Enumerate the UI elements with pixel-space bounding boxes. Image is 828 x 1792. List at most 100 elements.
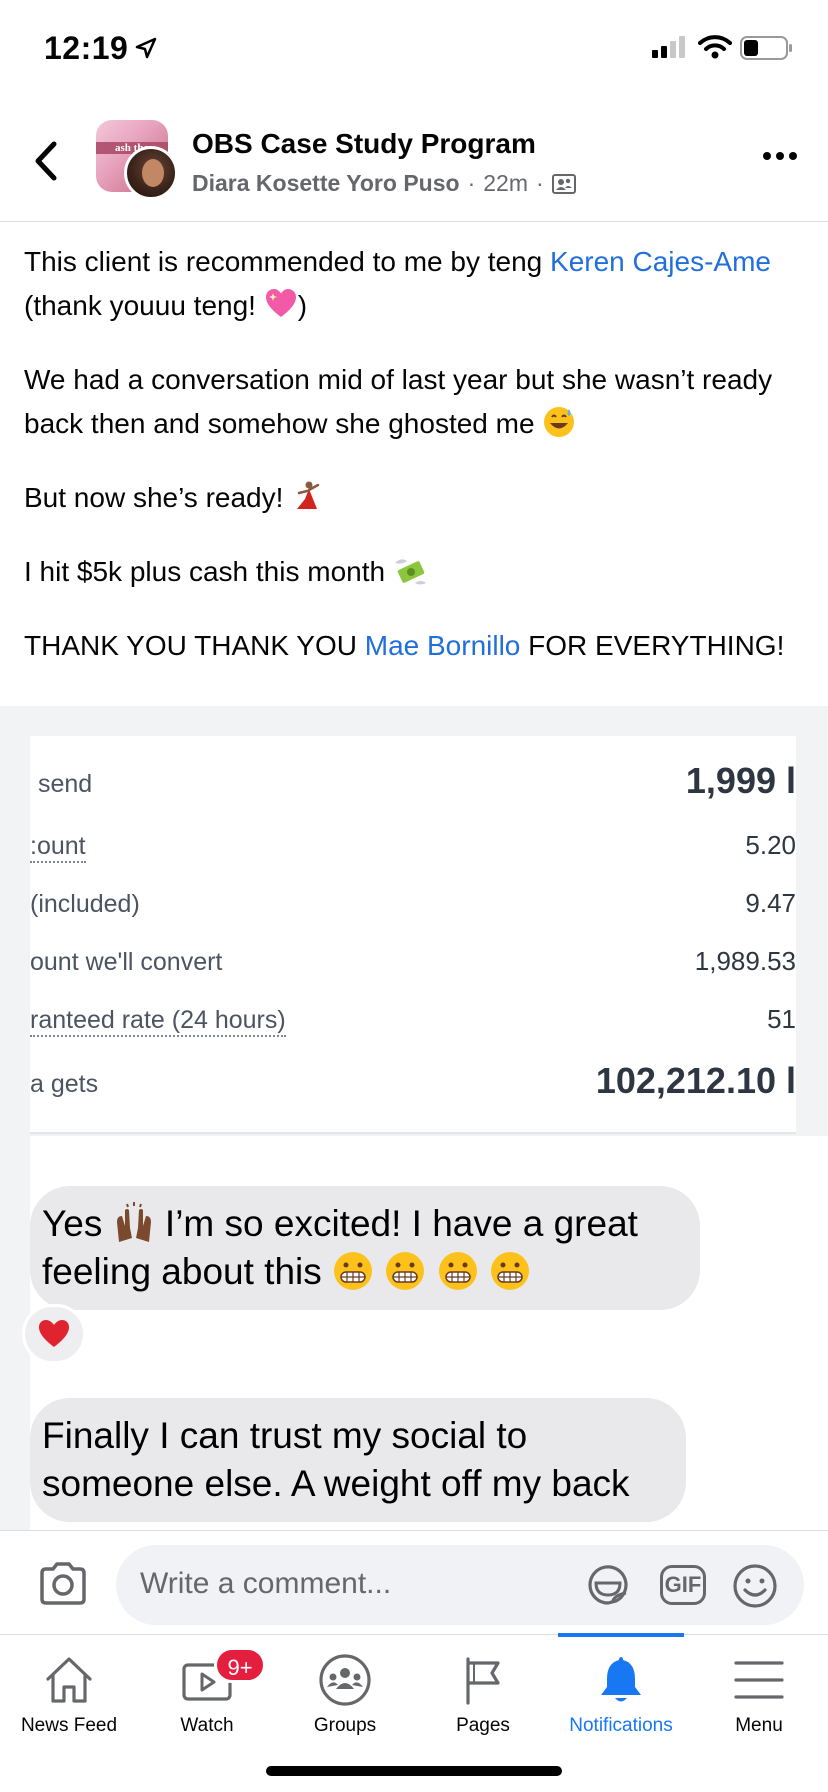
grimacing-face-icon (334, 1252, 373, 1290)
post-text-5b: FOR EVERYTHING! (520, 630, 785, 661)
flag-icon (466, 1657, 500, 1705)
chevron-left-icon[interactable] (30, 140, 66, 182)
home-indicator[interactable] (266, 1766, 562, 1776)
post-text-3: But now she’s ready! (24, 482, 292, 513)
raising-hands-icon (116, 1202, 151, 1242)
notification-badge: 9+ (214, 1647, 266, 1683)
post-text-5a: THANK YOU THANK YOU (24, 630, 365, 661)
status-bar: 12:19 (0, 0, 828, 100)
comment-bar: Write a comment... GIF (0, 1530, 828, 1634)
post-author[interactable]: Diara Kosette Yoro Puso (192, 170, 460, 197)
message-1-text-a: Yes (42, 1203, 113, 1244)
receipt-row: a gets 102,212.10 l (30, 1060, 796, 1102)
tab-label: Notifications (569, 1715, 673, 1736)
post-meta: Diara Kosette Yoro Puso · 22m · (192, 170, 576, 197)
more-dots-icon[interactable] (762, 148, 798, 164)
dancer-icon (297, 481, 320, 509)
receipt-label: (included) (30, 890, 140, 918)
post-time[interactable]: 22m (483, 170, 528, 197)
heart-reaction (22, 1304, 86, 1364)
receipt-label: :ount (30, 832, 86, 863)
post-paragraph-1: This client is recommended to me by teng… (24, 240, 814, 328)
heart-icon (39, 1320, 69, 1347)
post-text-4: I hit $5k plus cash this month (24, 556, 393, 587)
active-tab-indicator (558, 1633, 684, 1637)
battery-icon (740, 36, 792, 60)
tab-label: Watch (180, 1715, 234, 1736)
receipt-row: (included) 9.47 (30, 884, 796, 924)
post-paragraph-3: But now she’s ready! (24, 476, 814, 520)
sparkling-heart-icon (265, 289, 296, 317)
tab-news-feed[interactable]: News Feed (0, 1635, 138, 1755)
grimacing-face-icon (438, 1252, 477, 1290)
smiley-icon[interactable] (732, 1563, 778, 1609)
sticker-icon[interactable] (586, 1563, 630, 1607)
gif-icon[interactable]: GIF (660, 1565, 706, 1605)
wifi-icon (698, 35, 732, 59)
receipt-label: ranteed rate (24 hours) (30, 1006, 286, 1037)
message-2-text-b: someone else. A weight off my back (42, 1463, 630, 1504)
receipt-row: ranteed rate (24 hours) 51 (30, 1000, 796, 1040)
receipt-value: 51 (767, 1004, 796, 1034)
tab-label: News Feed (20, 1715, 118, 1736)
cellular-signal-icon (652, 36, 685, 58)
mention-link-1[interactable]: Keren Cajes-Ame (550, 246, 771, 277)
transfer-receipt: send 1,999 l :ount 5.20 (included) 9.47 … (30, 736, 796, 1134)
tab-pages[interactable]: Pages (414, 1635, 552, 1755)
group-title[interactable]: OBS Case Study Program (192, 128, 536, 160)
receipt-label: ount we'll convert (30, 948, 223, 976)
tab-label: Pages (456, 1715, 510, 1736)
group-members-icon (551, 173, 576, 194)
post-text: This client is recommended to me by teng… (24, 240, 814, 698)
chat-screenshot: Yes I’m so excited! I have a great feeli… (22, 1136, 828, 1530)
grimacing-face-icon (490, 1252, 529, 1290)
post-image[interactable]: send 1,999 l :ount 5.20 (included) 9.47 … (0, 706, 828, 1530)
message-2-text-a: Finally I can trust my social to (42, 1415, 528, 1456)
camera-icon[interactable] (38, 1561, 88, 1605)
grimacing-face-icon (386, 1252, 425, 1290)
hamburger-menu-icon (734, 1661, 784, 1699)
post-paragraph-2: We had a conversation mid of last year b… (24, 358, 814, 446)
receipt-label: send (38, 770, 93, 798)
receipt-label: a gets (30, 1070, 99, 1098)
avatar-face (142, 159, 164, 187)
message-1-text-c: feeling about this (42, 1251, 333, 1292)
groups-icon (319, 1654, 371, 1706)
receipt-row: send 1,999 l (30, 760, 796, 804)
home-icon (46, 1657, 92, 1703)
post-paragraph-4: I hit $5k plus cash this month (24, 550, 814, 594)
comment-input[interactable]: Write a comment... GIF (116, 1545, 804, 1625)
location-arrow-icon (135, 37, 157, 59)
receipt-value: 5.20 (745, 830, 796, 860)
message-1-text-b: I’m so excited! I have a great (154, 1203, 638, 1244)
post-text-1c: ) (297, 290, 308, 321)
receipt-value: 1,989.53 (694, 946, 796, 976)
receipt-value: 1,999 l (685, 760, 796, 801)
grinning-sweat-icon (544, 407, 575, 437)
post-text-2: We had a conversation mid of last year b… (24, 364, 773, 439)
gif-label: GIF (664, 1572, 702, 1597)
meta-separator: · (467, 170, 476, 196)
money-with-wings-icon (394, 559, 426, 585)
message-bubble-2: Finally I can trust my social to someone… (30, 1398, 686, 1522)
post-header: ash tho OBS Case Study Program Diara Kos… (0, 100, 828, 222)
tab-label: Groups (313, 1715, 377, 1736)
receipt-value: 9.47 (745, 888, 796, 918)
receipt-row: ount we'll convert 1,989.53 (30, 942, 796, 982)
receipt-row: :ount 5.20 (30, 826, 796, 866)
tab-menu[interactable]: Menu (690, 1635, 828, 1755)
message-bubble-1: Yes I’m so excited! I have a great feeli… (30, 1186, 700, 1310)
post-paragraph-5: THANK YOU THANK YOU Mae Bornillo FOR EVE… (24, 624, 814, 668)
meta-separator-2: · (535, 170, 544, 196)
avatar[interactable] (124, 146, 178, 200)
tab-groups[interactable]: Groups (276, 1635, 414, 1755)
post-text-1: This client is recommended to me by teng (24, 246, 551, 277)
comment-placeholder: Write a comment... (140, 1567, 392, 1600)
tab-notifications[interactable]: Notifications (552, 1633, 690, 1755)
post-text-1b: (thank youuu teng! (24, 290, 264, 321)
receipt-value: 102,212.10 l (595, 1060, 796, 1101)
tab-watch[interactable]: 9+ Watch (138, 1635, 276, 1755)
status-time: 12:19 (44, 30, 129, 66)
bell-icon (601, 1657, 641, 1702)
mention-link-2[interactable]: Mae Bornillo (365, 630, 521, 661)
